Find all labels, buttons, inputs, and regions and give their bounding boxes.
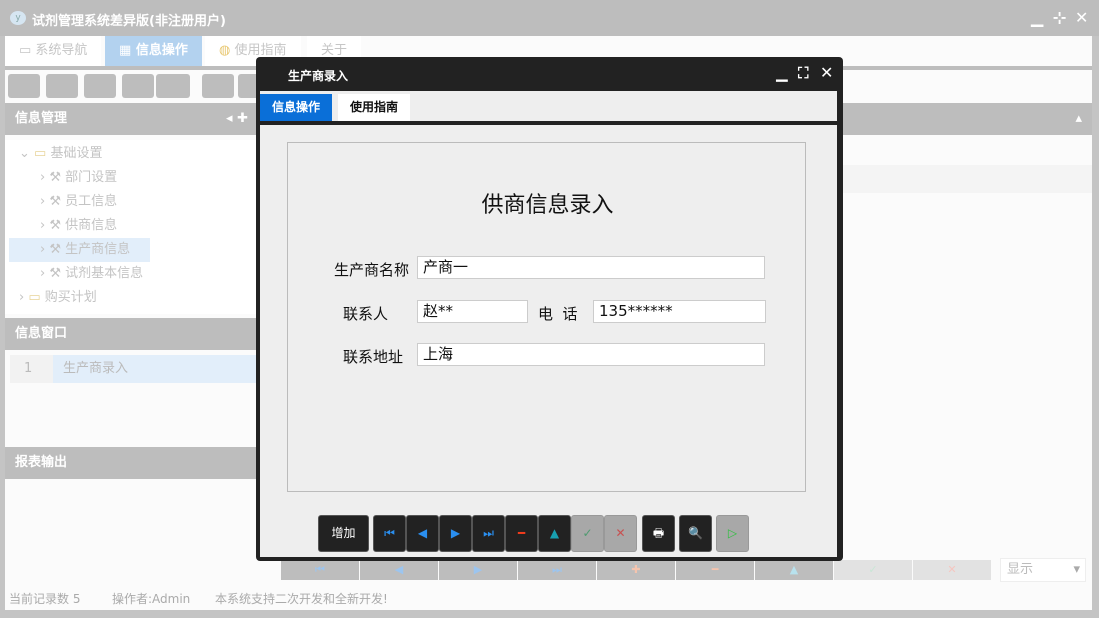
tab-label: 使用指南: [234, 43, 286, 58]
info-window-header: 信息窗口: [5, 318, 260, 350]
cancel-button[interactable]: ✕: [913, 560, 991, 580]
row-name: 生产商录入: [53, 355, 260, 383]
entry-form: 供商信息录入 生产商名称 产商一 联系人 赵** 电 话 135****** 联…: [287, 142, 806, 492]
producer-name-input[interactable]: 产商一: [417, 256, 765, 279]
last-record-button[interactable]: ⏭: [518, 560, 596, 580]
confirm-button[interactable]: ✓: [834, 560, 912, 580]
tab-label: 信息操作: [136, 43, 188, 58]
print-icon[interactable]: 🖶: [642, 515, 675, 552]
tree-item-selected[interactable]: › ⚒ 生产商信息: [9, 238, 150, 262]
tree-item[interactable]: › ⚒ 供商信息: [40, 214, 117, 238]
last-record-button[interactable]: ⏭: [472, 515, 505, 552]
tree-label: 试剂基本信息: [65, 266, 143, 281]
grid-icon: ▦: [119, 43, 136, 58]
minimize-icon[interactable]: ▁: [1031, 8, 1043, 27]
form-title: 供商信息录入: [288, 187, 807, 219]
address-input[interactable]: 上海: [417, 343, 765, 366]
panel-title: 信息窗口: [15, 326, 67, 341]
search-tool-button[interactable]: [8, 74, 40, 98]
tab-label: 系统导航: [35, 43, 87, 58]
add-record-button[interactable]: ✚: [597, 560, 675, 580]
document-tool-button[interactable]: [84, 74, 116, 98]
dialog-tab-guide[interactable]: 使用指南: [338, 94, 410, 121]
dialog-tab-info-ops[interactable]: 信息操作: [260, 94, 332, 121]
close-icon[interactable]: ✕: [820, 63, 833, 82]
report-header: 报表输出: [5, 447, 260, 479]
tab-info-ops[interactable]: ▦ 信息操作: [105, 36, 202, 66]
confirm-button[interactable]: ✓: [571, 515, 604, 552]
contact-input[interactable]: 赵**: [417, 300, 528, 323]
window-list-row[interactable]: 1 生产商录入: [10, 355, 260, 383]
panel-title: 报表输出: [15, 455, 67, 470]
close-icon[interactable]: ✕: [1075, 8, 1088, 27]
edit-button[interactable]: ▲: [538, 515, 571, 552]
app-title: 试剂管理系统差异版(非注册用户): [32, 10, 226, 29]
dialog-body: 信息操作 使用指南 供商信息录入 生产商名称 产商一 联系人 赵** 电 话 1…: [260, 91, 837, 557]
tree-item[interactable]: › ⚒ 员工信息: [40, 190, 117, 214]
app-logo-icon: y: [10, 11, 26, 25]
prev-record-button[interactable]: ◀: [360, 560, 438, 580]
dialog-title: 生产商录入: [288, 67, 348, 84]
tree-label: 基础设置: [50, 146, 102, 161]
tree-label: 购买计划: [45, 290, 97, 305]
collapse-add-icon[interactable]: ◂ ✚: [226, 103, 248, 135]
add-button[interactable]: 增加: [318, 515, 369, 552]
chevron-down-icon: ▾: [1073, 559, 1080, 581]
help-icon: ◍: [219, 43, 234, 58]
user-tool-button[interactable]: [122, 74, 154, 98]
delete-record-button[interactable]: ━: [676, 560, 754, 580]
nav-tree: ⌄ ▭ 基础设置 › ⚒ 部门设置 › ⚒ 员工信息 › ⚒ 供商信息 › ⚒ …: [5, 140, 260, 314]
cancel-button[interactable]: ✕: [604, 515, 637, 552]
contact-label: 联系人: [343, 303, 388, 324]
title-bar: y 试剂管理系统差异版(非注册用户) ▁ ⊹ ✕: [0, 0, 1099, 36]
folder-icon: ▭: [28, 290, 40, 305]
tab-divider: [260, 121, 837, 125]
display-select[interactable]: 显示 ▾: [1000, 558, 1086, 582]
address-label: 联系地址: [343, 346, 403, 367]
first-record-button[interactable]: ⏮: [373, 515, 406, 552]
run-button[interactable]: ▷: [716, 515, 749, 552]
info-mgmt-header: 信息管理 ◂ ✚: [5, 103, 260, 135]
maximize-icon[interactable]: ⛶: [798, 64, 809, 82]
tree-item[interactable]: › ⚒ 部门设置: [40, 166, 117, 190]
select-value: 显示: [1007, 562, 1033, 577]
tree-group-purchase[interactable]: › ▭ 购买计划: [19, 286, 97, 310]
tab-label: 关于: [321, 43, 347, 58]
status-note: 本系统支持二次开发和全新开发!: [215, 590, 388, 607]
monitor-icon: ▭: [19, 43, 35, 58]
screen-tool-button[interactable]: [156, 74, 190, 98]
tree-item[interactable]: › ⚒ 试剂基本信息: [40, 262, 143, 286]
name-label: 生产商名称: [334, 259, 409, 280]
export-tool-button[interactable]: [202, 74, 234, 98]
producer-entry-dialog: 生产商录入 ▁ ⛶ ✕ 信息操作 使用指南 供商信息录入 生产商名称 产商一 联…: [256, 57, 843, 561]
prev-record-button[interactable]: ◀: [406, 515, 439, 552]
tab-system-nav[interactable]: ▭ 系统导航: [5, 36, 101, 66]
edit-record-button[interactable]: ▲: [755, 560, 833, 580]
tree-label: 部门设置: [65, 170, 117, 185]
restore-icon[interactable]: ⊹: [1053, 8, 1066, 27]
first-record-button[interactable]: ⏮: [281, 560, 359, 580]
list-tool-button[interactable]: [46, 74, 78, 98]
record-count: 当前记录数 5: [9, 590, 80, 607]
next-record-button[interactable]: ▶: [439, 515, 472, 552]
folder-icon: ▭: [34, 146, 46, 161]
tree-group-basic[interactable]: ⌄ ▭ 基础设置: [19, 142, 102, 166]
operator: 操作者:Admin: [112, 590, 190, 607]
tree-label: 供商信息: [65, 218, 117, 233]
preview-search-icon[interactable]: 🔍: [679, 515, 712, 552]
minimize-icon[interactable]: ▁: [776, 64, 788, 82]
row-number: 1: [24, 361, 32, 376]
tree-label: 生产商信息: [65, 242, 130, 257]
phone-input[interactable]: 135******: [593, 300, 766, 323]
collapse-icon[interactable]: ▴: [1075, 103, 1082, 135]
phone-label: 电 话: [538, 303, 578, 324]
next-record-button[interactable]: ▶: [439, 560, 517, 580]
delete-button[interactable]: ━: [505, 515, 538, 552]
tree-label: 员工信息: [65, 194, 117, 209]
panel-title: 信息管理: [15, 111, 67, 126]
